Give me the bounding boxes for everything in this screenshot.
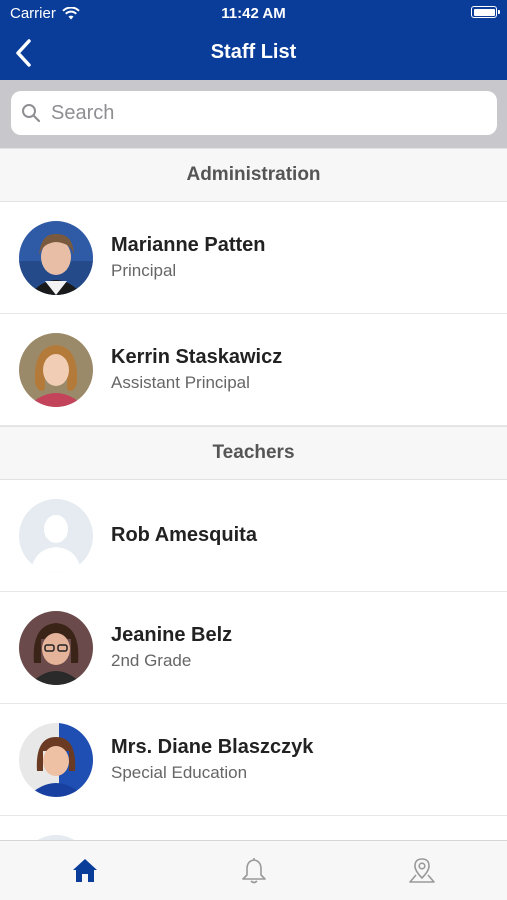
status-bar: Carrier 11:42 AM — [0, 0, 507, 28]
staff-row[interactable]: Kerrin Staskawicz Assistant Principal — [0, 314, 507, 426]
staff-row[interactable]: Mrs. Diane Blaszczyk Special Education — [0, 704, 507, 816]
staff-name: Rob Amesquita — [111, 524, 257, 546]
tab-notifications[interactable] — [239, 855, 269, 885]
staff-title: Principal — [111, 261, 177, 280]
section-header-teachers: Teachers — [0, 426, 507, 480]
staff-name: Mrs. Diane Blaszczyk — [111, 736, 314, 758]
staff-name: Jeanine Belz — [111, 624, 233, 646]
tab-map[interactable] — [407, 855, 437, 885]
staff-row[interactable] — [0, 816, 507, 840]
avatar-placeholder — [19, 498, 93, 573]
staff-title: 2nd Grade — [111, 651, 192, 670]
avatar — [19, 722, 93, 797]
tab-home[interactable] — [70, 855, 100, 885]
avatar — [19, 220, 93, 295]
battery-icon — [471, 6, 500, 18]
bell-icon — [242, 858, 266, 884]
search-input[interactable] — [49, 100, 473, 126]
section-header-administration: Administration — [0, 148, 507, 202]
search-box[interactable] — [11, 91, 497, 135]
staff-list: Administration Marianne Patten Principal — [0, 148, 507, 840]
status-time: 11:42 AM — [221, 5, 286, 22]
staff-row[interactable]: Jeanine Belz 2nd Grade — [0, 592, 507, 704]
page-title: Staff List — [210, 41, 297, 63]
search-bar — [0, 80, 507, 148]
search-icon — [22, 104, 41, 123]
staff-name: Kerrin Staskawicz — [111, 346, 283, 368]
staff-name: Marianne Patten — [111, 234, 266, 256]
staff-row[interactable]: Marianne Patten Principal — [0, 202, 507, 314]
staff-title: Special Education — [111, 763, 248, 782]
map-pin-icon — [409, 858, 435, 883]
nav-bar: Staff List — [0, 28, 507, 80]
avatar — [19, 610, 93, 685]
staff-row[interactable]: Rob Amesquita — [0, 480, 507, 592]
avatar — [19, 332, 93, 407]
app-header: Carrier 11:42 AM Staff List — [0, 0, 507, 80]
home-icon — [73, 859, 97, 882]
staff-title: Assistant Principal — [111, 373, 250, 392]
tab-bar — [0, 840, 507, 900]
